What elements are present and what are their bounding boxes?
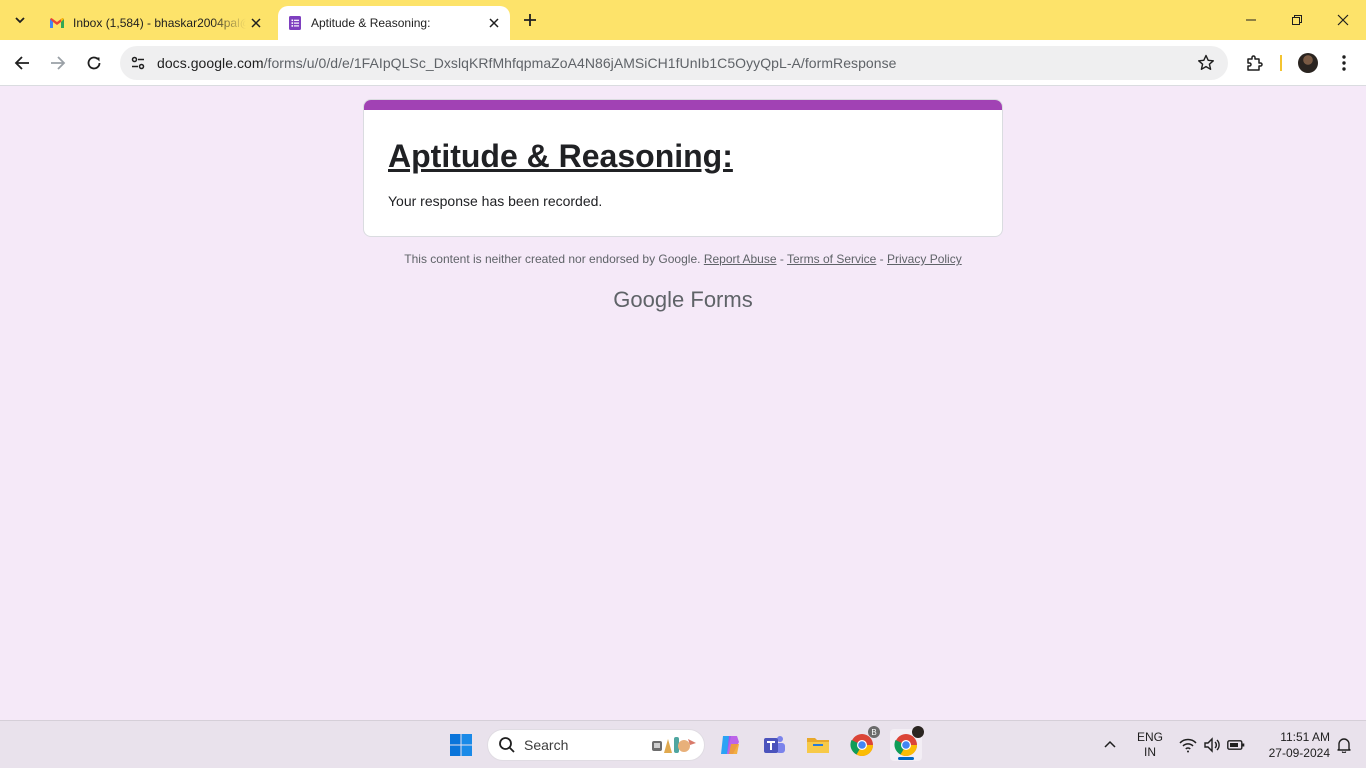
- start-button[interactable]: [445, 729, 477, 761]
- puzzle-icon: [1247, 55, 1263, 71]
- chevron-up-icon: [1104, 740, 1116, 748]
- folder-icon: [807, 738, 829, 753]
- search-icon: [499, 737, 515, 753]
- file-explorer-taskbar-button[interactable]: [802, 729, 834, 761]
- toolbar-divider: [1280, 55, 1282, 71]
- arrow-right-icon: [51, 56, 66, 70]
- google-forms-icon: [289, 16, 301, 30]
- report-abuse-link[interactable]: Report Abuse: [704, 252, 777, 266]
- avatar: [1298, 53, 1318, 73]
- reload-button[interactable]: [80, 49, 108, 77]
- gmail-icon: [50, 18, 64, 28]
- copilot-icon: [721, 736, 739, 754]
- form-accent-band: [364, 100, 1002, 110]
- clock-date: 27-09-2024: [1268, 746, 1330, 760]
- browser-menu-button[interactable]: [1330, 49, 1358, 77]
- windows-taskbar: Search B ENG IN 11:51 AM 27-09-2024: [0, 720, 1366, 768]
- response-recorded-message: Your response has been recorded.: [388, 193, 603, 209]
- chrome-profile-b-taskbar-button[interactable]: B: [846, 726, 880, 761]
- language-code: ENG: [1136, 730, 1163, 744]
- chrome-active-taskbar-button[interactable]: [890, 726, 924, 761]
- tab-search-button[interactable]: [8, 8, 32, 32]
- windows-logo-icon: [450, 734, 472, 756]
- bookmark-star-icon[interactable]: [1196, 53, 1216, 73]
- back-button[interactable]: [8, 49, 36, 77]
- extensions-button[interactable]: [1240, 49, 1268, 77]
- restore-icon: [1292, 15, 1302, 25]
- url-text: docs.google.com/forms/u/0/d/e/1FAIpQLSc_…: [157, 55, 897, 71]
- chevron-down-icon: [15, 17, 25, 24]
- tab-title: Aptitude & Reasoning:: [311, 16, 431, 30]
- tab-gmail[interactable]: Inbox (1,584) - bhaskar2004pal@: [40, 6, 272, 40]
- tab-strip: Inbox (1,584) - bhaskar2004pal@ Aptitude…: [0, 0, 1366, 40]
- footer-separator: -: [776, 252, 787, 266]
- tab-title: Inbox (1,584) - bhaskar2004pal@: [73, 16, 246, 30]
- forward-button[interactable]: [44, 49, 72, 77]
- clock-time: 11:51 AM: [1280, 730, 1330, 744]
- arrow-left-icon: [14, 56, 29, 70]
- battery-icon: [1227, 740, 1245, 750]
- bell-icon: [1337, 738, 1351, 753]
- quick-settings-button[interactable]: [1176, 729, 1248, 761]
- privacy-policy-link[interactable]: Privacy Policy: [887, 252, 962, 266]
- profile-badge: B: [868, 726, 880, 738]
- minimize-button[interactable]: [1228, 0, 1274, 40]
- copilot-taskbar-button[interactable]: [714, 729, 746, 761]
- close-tab-icon[interactable]: [246, 13, 266, 33]
- form-footer: This content is neither created nor endo…: [0, 252, 1366, 266]
- active-app-indicator: [898, 757, 914, 760]
- brand-google: Google: [613, 287, 685, 312]
- volume-icon: [1204, 737, 1220, 753]
- minimize-icon: [1246, 19, 1256, 21]
- profile-button[interactable]: [1294, 49, 1322, 77]
- browser-toolbar: docs.google.com/forms/u/0/d/e/1FAIpQLSc_…: [0, 40, 1366, 86]
- new-tab-button[interactable]: [518, 8, 542, 32]
- search-highlight-icon: [652, 737, 696, 753]
- address-bar[interactable]: docs.google.com/forms/u/0/d/e/1FAIpQLSc_…: [120, 46, 1228, 80]
- reload-icon: [87, 56, 101, 70]
- avatar: [912, 726, 924, 738]
- brand-forms: Forms: [690, 287, 753, 312]
- notifications-button[interactable]: [1330, 729, 1358, 761]
- close-tab-icon[interactable]: [484, 13, 504, 33]
- more-vert-icon: [1342, 55, 1346, 71]
- region-code: IN: [1144, 745, 1156, 759]
- footer-disclaimer: This content is neither created nor endo…: [404, 252, 701, 266]
- taskbar-search-label: Search: [524, 737, 569, 753]
- url-path: /forms/u/0/d/e/1FAIpQLSc_DxslqKRfMhfqpma…: [263, 55, 897, 71]
- tab-aptitude-form[interactable]: Aptitude & Reasoning:: [278, 6, 510, 40]
- google-forms-logo[interactable]: Google Forms: [0, 287, 1366, 313]
- url-host: docs.google.com: [157, 55, 264, 71]
- footer-separator: -: [876, 252, 888, 266]
- wifi-icon: [1179, 738, 1197, 753]
- taskbar-search-box[interactable]: Search: [487, 729, 705, 761]
- form-confirmation-card: Aptitude & Reasoning: Your response has …: [363, 99, 1003, 237]
- teams-icon: [764, 736, 785, 753]
- show-hidden-icons-button[interactable]: [1096, 729, 1124, 761]
- plus-icon: [524, 14, 536, 26]
- form-title: Aptitude & Reasoning:: [388, 138, 733, 174]
- input-language-indicator[interactable]: ENG IN: [1132, 730, 1168, 760]
- teams-taskbar-button[interactable]: [758, 729, 790, 761]
- site-settings-icon[interactable]: [126, 51, 150, 75]
- close-window-button[interactable]: [1320, 0, 1366, 40]
- terms-of-service-link[interactable]: Terms of Service: [787, 252, 876, 266]
- system-clock[interactable]: 11:51 AM 27-09-2024: [1254, 729, 1330, 761]
- restore-button[interactable]: [1274, 0, 1320, 40]
- close-icon: [1337, 14, 1349, 26]
